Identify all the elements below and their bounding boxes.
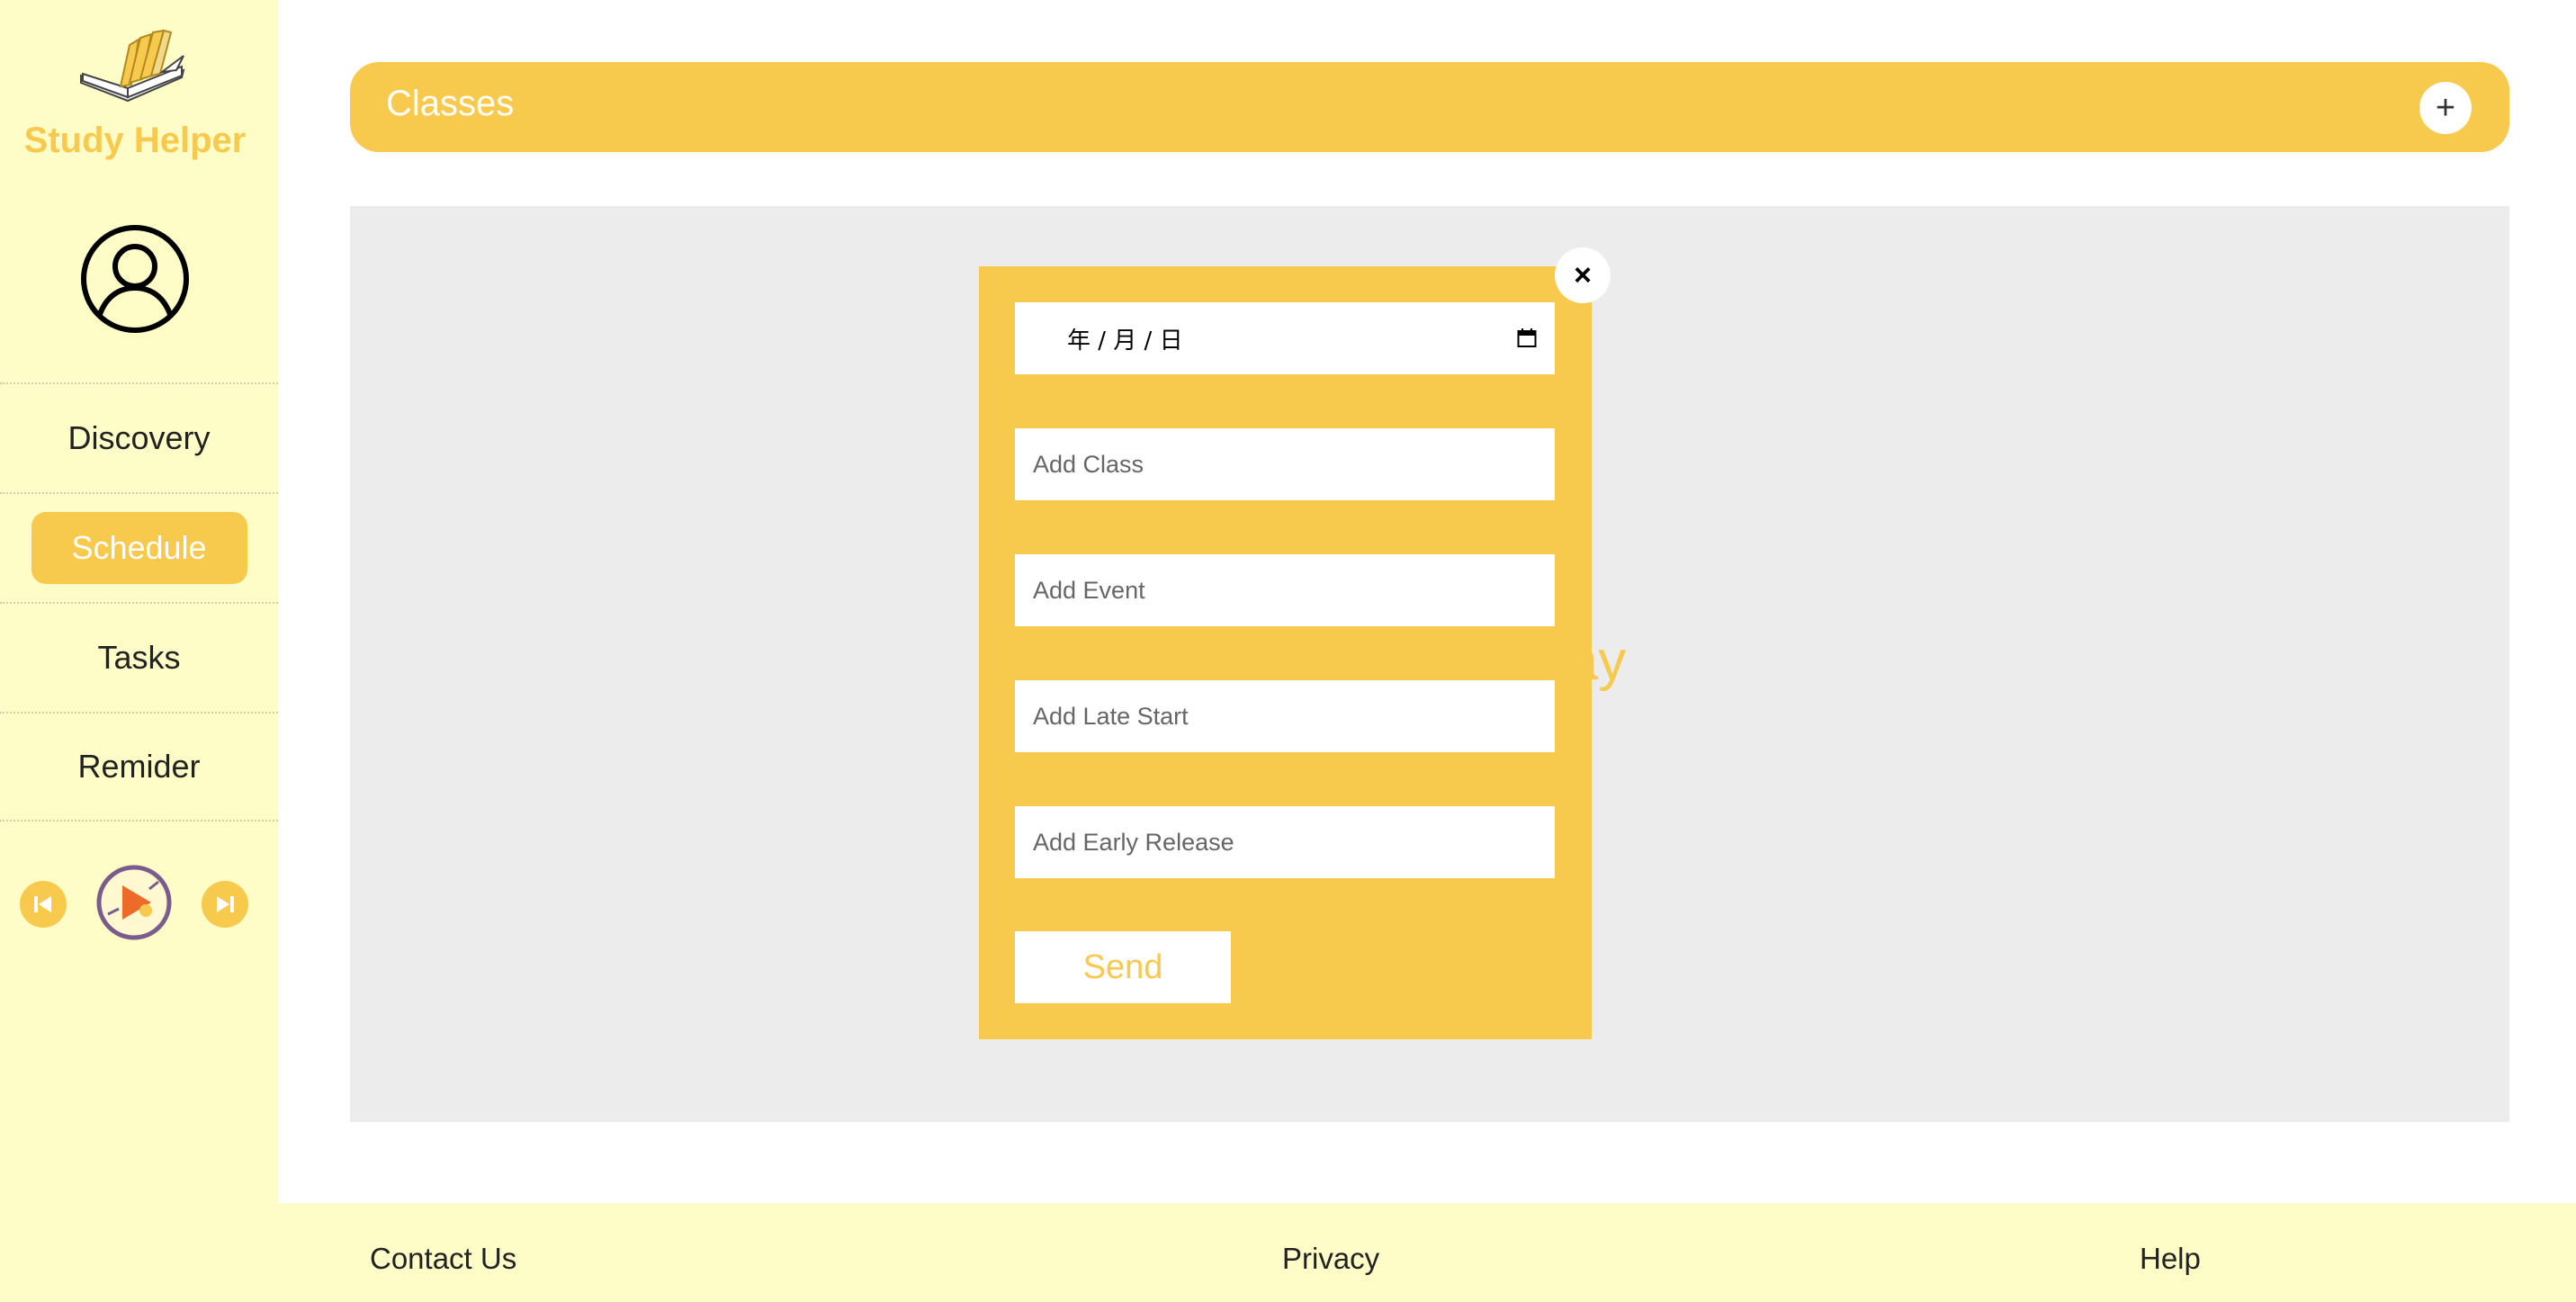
date-value: 年 / 月 / 日 [1067,327,1183,355]
sidebar-item-discovery[interactable]: Discovery [0,382,278,492]
calendar-icon[interactable] [1517,328,1537,348]
sidebar-item-label: Schedule [31,512,247,584]
app-title: Study Helper [23,121,247,160]
sidebar: Study Helper Discovery Schedule Tasks Re… [0,0,278,1302]
book-logo-icon [80,29,185,103]
classes-header: Classes + [350,62,2509,152]
help-link[interactable]: Help [2140,1242,2201,1276]
user-avatar-icon[interactable] [79,223,191,335]
sidebar-item-label: Tasks [97,639,181,676]
skip-back-icon [34,896,51,912]
sidebar-nav: Discovery Schedule Tasks Remider [0,382,278,822]
page-title: Classes [386,84,515,123]
close-modal-button[interactable]: × [1555,247,1611,303]
sidebar-item-label: Remider [77,748,201,785]
music-player [0,859,278,949]
contact-us-link[interactable]: Contact Us [370,1242,516,1276]
skip-forward-icon [217,896,234,912]
add-class-button[interactable]: + [2419,82,2472,134]
date-input[interactable]: 年 / 月 / 日 [1015,302,1555,374]
add-class-field[interactable] [1015,428,1555,500]
add-late-start-field[interactable] [1015,680,1555,752]
add-event-field[interactable] [1015,554,1555,626]
play-icon[interactable] [95,864,173,941]
sidebar-item-remider[interactable]: Remider [0,712,278,822]
sidebar-item-schedule[interactable]: Schedule [0,492,278,602]
add-early-release-field[interactable] [1015,806,1555,878]
footer: Contact Us Privacy Help [278,1203,2576,1302]
next-track-button[interactable] [202,881,248,928]
privacy-link[interactable]: Privacy [1282,1242,1379,1276]
add-schedule-modal: 年 / 月 / 日 Send [979,266,1592,1039]
sidebar-item-tasks[interactable]: Tasks [0,602,278,712]
sidebar-item-label: Discovery [67,419,211,456]
send-button[interactable]: Send [1015,931,1231,1003]
previous-track-button[interactable] [20,881,67,928]
